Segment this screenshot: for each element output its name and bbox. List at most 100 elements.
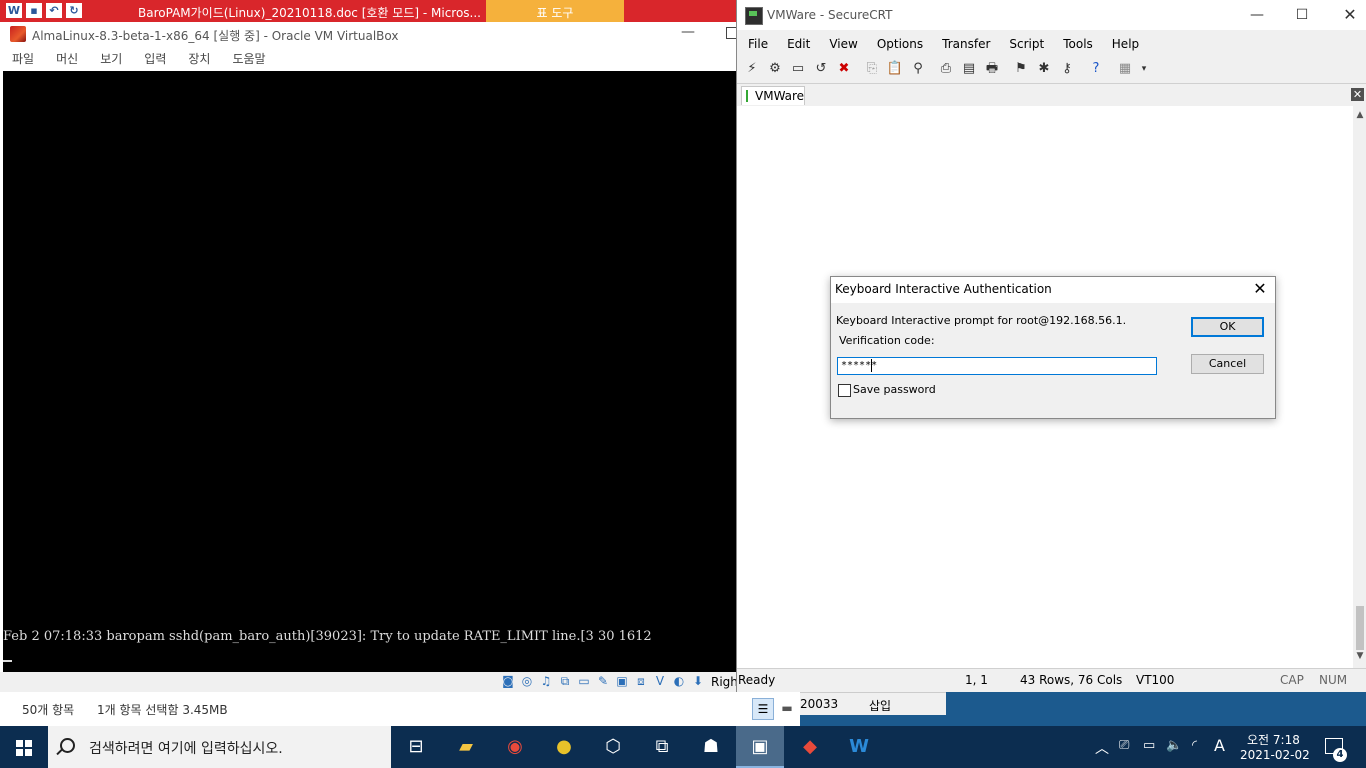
large-icons-view-icon[interactable]: ▬ [777, 698, 797, 718]
keyboard-interactive-auth-dialog: Keyboard Interactive Authentication ✕ Ke… [830, 276, 1276, 419]
paste-icon[interactable]: 📋 [886, 60, 904, 78]
global-options-icon[interactable]: ✱ [1035, 60, 1053, 78]
securecrt-titlebar[interactable]: VMWare - SecureCRT — ☐ ✕ [737, 0, 1366, 30]
mouse-integration-icon[interactable]: ◐ [671, 674, 687, 689]
quick-connect-icon[interactable]: ⚙ [766, 60, 784, 78]
wifi-icon[interactable]: ◜ [1192, 738, 1197, 753]
session-status-indicator [746, 90, 748, 102]
minimize-icon[interactable]: — [1247, 6, 1267, 24]
optical-drive-icon[interactable]: ◎ [519, 674, 535, 689]
menu-script[interactable]: Script [998, 31, 1052, 57]
print-screen-icon[interactable]: ⎙ [937, 60, 955, 78]
menu-file[interactable]: File [737, 31, 776, 57]
close-tab-icon[interactable]: ✕ [1351, 88, 1364, 101]
undo-icon[interactable]: ↶ [46, 3, 62, 18]
hard-disk-icon[interactable]: ◙ [500, 674, 516, 689]
clock-time[interactable]: 오전 7:18 [1247, 731, 1300, 748]
app-e-icon[interactable]: ● [540, 726, 588, 768]
connect-in-tab-icon[interactable]: ▭ [789, 60, 807, 78]
network-icon[interactable]: ⧉ [557, 674, 573, 689]
maximize-icon[interactable]: ☐ [1292, 6, 1312, 24]
menu-view[interactable]: 보기 [88, 48, 132, 70]
show-hidden-icons-chevron-icon[interactable]: ︿ [1095, 738, 1109, 758]
usb-icon[interactable]: ▭ [576, 674, 592, 689]
keyboard-capture-icon[interactable]: ⬇ [690, 674, 706, 689]
ime-indicator[interactable]: A [1214, 736, 1225, 755]
word-taskbar-icon[interactable]: W [835, 726, 883, 768]
video-capture-icon[interactable]: ⧈ [633, 674, 649, 689]
word-window-title: BaroPAM가이드(Linux)_20210118.doc [호환 모드] -… [138, 6, 481, 20]
word-window-titlebar[interactable]: W ▪ ↶ ↻ BaroPAM가이드(Linux)_20210118.doc [… [0, 0, 740, 22]
reconnect-icon[interactable]: ↺ [812, 60, 830, 78]
menu-options[interactable]: Options [866, 31, 931, 57]
session-options-icon[interactable]: ⚑ [1012, 60, 1030, 78]
help-icon[interactable]: ? [1087, 60, 1105, 78]
start-button[interactable] [0, 726, 48, 768]
vt-x-icon[interactable]: V [652, 674, 668, 689]
search-icon [60, 738, 75, 753]
notification-count-badge: 4 [1333, 748, 1347, 762]
terminal-scrollbar[interactable]: ▲ ▼ [1353, 106, 1366, 668]
menu-help[interactable]: 도움말 [220, 48, 275, 70]
robot-app-icon[interactable]: ☗ [687, 726, 735, 768]
file-explorer-icon[interactable]: ▰ [442, 726, 490, 768]
connect-icon[interactable]: ⚡ [743, 60, 761, 78]
disconnect-icon[interactable]: ✖ [835, 60, 853, 78]
print-icon[interactable]: 🖶 [983, 60, 1001, 78]
print-selection-icon[interactable]: ▤ [960, 60, 978, 78]
virtualbox-cube-icon[interactable]: ⬡ [589, 726, 637, 768]
save-password-checkbox[interactable] [838, 384, 851, 397]
vm-console-screen[interactable]: Feb 2 07:18:33 baropam sshd(pam_baro_aut… [3, 71, 737, 672]
key-icon[interactable]: ⚷ [1058, 60, 1076, 78]
menu-transfer[interactable]: Transfer [931, 31, 998, 57]
virtualbox-titlebar[interactable]: AlmaLinux-8.3-beta-1-x86_64 [실행 중] - Ora… [0, 22, 740, 48]
taskbar-search-box[interactable]: 검색하려면 여기에 입력하십시오. [48, 726, 391, 768]
tab-vmware[interactable]: VMWare [741, 86, 805, 105]
close-icon[interactable]: ✕ [1251, 280, 1269, 298]
minimize-icon[interactable]: — [681, 24, 697, 40]
clock-date[interactable]: 2021-02-02 [1240, 748, 1310, 762]
find-icon[interactable]: ⚲ [909, 60, 927, 78]
menu-devices[interactable]: 장치 [176, 48, 220, 70]
volume-muted-icon[interactable]: 🔈 [1166, 738, 1182, 753]
chevron-down-icon[interactable]: ▾ [1135, 60, 1153, 78]
securecrt-taskbar-icon[interactable]: ▣ [736, 726, 784, 768]
menu-file[interactable]: 파일 [0, 48, 44, 70]
chrome-icon[interactable]: ◉ [491, 726, 539, 768]
menu-input[interactable]: 입력 [132, 48, 176, 70]
menu-view[interactable]: View [818, 31, 865, 57]
audio-icon[interactable]: ♫ [538, 674, 554, 689]
ok-button[interactable]: OK [1191, 317, 1264, 337]
display-icon[interactable]: ▣ [614, 674, 630, 689]
virtualbox-statusbar: ◙ ◎ ♫ ⧉ ▭ ✎ ▣ ⧈ V ◐ ⬇ Right Ctrl [0, 672, 768, 692]
dialog-titlebar[interactable]: Keyboard Interactive Authentication ✕ [831, 277, 1275, 303]
save-icon[interactable]: ▪ [26, 3, 42, 18]
battery-icon[interactable]: ▭ [1143, 738, 1155, 753]
virtualbox-app-icon [10, 26, 26, 42]
securecrt-menubar: File Edit View Options Transfer Script T… [737, 31, 1366, 57]
virtualbox-taskbar-icon[interactable]: ◆ [786, 726, 834, 768]
insert-mode-indicator[interactable]: 삽입 [869, 697, 891, 714]
scroll-up-icon[interactable]: ▲ [1353, 110, 1366, 120]
menu-tools[interactable]: Tools [1052, 31, 1101, 57]
copy-icon[interactable]: ⎘ [863, 60, 881, 78]
menu-machine[interactable]: 머신 [44, 48, 88, 70]
scroll-down-icon[interactable]: ▼ [1353, 651, 1366, 661]
close-icon[interactable]: ✕ [1340, 6, 1360, 24]
scrollbar-thumb[interactable] [1356, 606, 1364, 650]
caps-lock-indicator: CAP [1280, 673, 1304, 687]
menu-edit[interactable]: Edit [776, 31, 818, 57]
menu-help[interactable]: Help [1101, 31, 1147, 57]
network-tool-icon[interactable]: ⧉ [638, 726, 686, 768]
task-view-icon[interactable]: ⊟ [392, 726, 440, 768]
shared-folders-icon[interactable]: ✎ [595, 674, 611, 689]
save-password-label[interactable]: Save password [853, 383, 936, 396]
table-tools-tab[interactable]: 표 도구 [486, 0, 624, 22]
details-view-icon[interactable]: ☰ [752, 698, 774, 720]
redo-icon[interactable]: ↻ [66, 3, 82, 18]
meet-now-icon[interactable]: ⎚ [1119, 738, 1129, 753]
verification-code-input[interactable]: ****** [837, 357, 1157, 375]
toolbar-customize-icon[interactable]: ▦ [1116, 60, 1134, 78]
cursor-position: 1, 1 [965, 673, 988, 687]
cancel-button[interactable]: Cancel [1191, 354, 1264, 374]
